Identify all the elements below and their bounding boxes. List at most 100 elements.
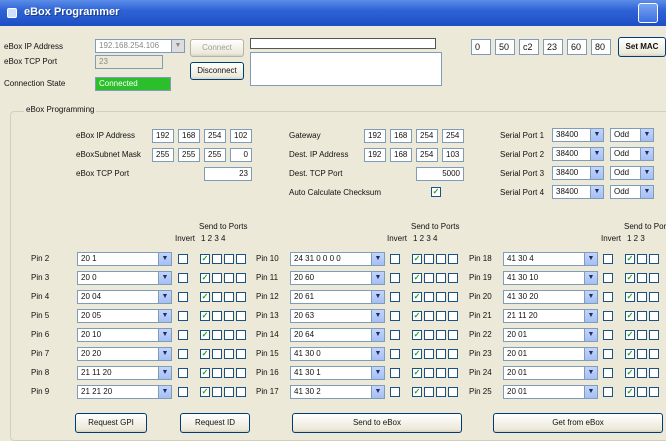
invert-checkbox[interactable] <box>603 311 613 321</box>
gateway-octet-2[interactable]: 168 <box>390 129 412 143</box>
pin-command-combo[interactable]: 20 01 ▼ <box>503 366 598 380</box>
gateway-octet-3[interactable]: 254 <box>416 129 438 143</box>
invert-checkbox[interactable] <box>178 387 188 397</box>
chevron-down-icon[interactable]: ▼ <box>584 367 597 379</box>
port-1-checkbox[interactable]: ✓ <box>412 273 422 283</box>
port-4-checkbox[interactable] <box>448 254 458 264</box>
pin-command-combo[interactable]: 41 30 0 ▼ <box>290 347 385 361</box>
port-1-checkbox[interactable]: ✓ <box>625 387 635 397</box>
pin-command-combo[interactable]: 20 20 ▼ <box>77 347 172 361</box>
port-4-checkbox[interactable] <box>236 273 246 283</box>
pin-command-combo[interactable]: 41 30 20 ▼ <box>503 290 598 304</box>
port-3-checkbox[interactable] <box>436 273 446 283</box>
port-4-checkbox[interactable] <box>236 254 246 264</box>
set-mac-button[interactable]: Set MAC <box>618 37 666 57</box>
port-3-checkbox[interactable] <box>649 292 659 302</box>
ebox-ip-octet-3[interactable]: 254 <box>204 129 226 143</box>
port-2-checkbox[interactable] <box>424 311 434 321</box>
port-4-checkbox[interactable] <box>236 292 246 302</box>
port-4-checkbox[interactable] <box>448 387 458 397</box>
port-2-checkbox[interactable] <box>212 292 222 302</box>
port-4-checkbox[interactable] <box>448 368 458 378</box>
serial-port-2-parity[interactable]: Odd ▼ <box>610 147 654 161</box>
port-4-checkbox[interactable] <box>448 273 458 283</box>
invert-checkbox[interactable] <box>603 349 613 359</box>
port-2-checkbox[interactable] <box>212 330 222 340</box>
pin-command-combo[interactable]: 20 64 ▼ <box>290 328 385 342</box>
invert-checkbox[interactable] <box>390 330 400 340</box>
invert-checkbox[interactable] <box>390 254 400 264</box>
pin-command-combo[interactable]: 20 05 ▼ <box>77 309 172 323</box>
port-1-checkbox[interactable]: ✓ <box>200 387 210 397</box>
port-3-checkbox[interactable] <box>436 330 446 340</box>
invert-checkbox[interactable] <box>603 292 613 302</box>
subnet-octet-4[interactable]: 0 <box>230 148 252 162</box>
chevron-down-icon[interactable]: ▼ <box>584 310 597 322</box>
port-1-checkbox[interactable]: ✓ <box>200 368 210 378</box>
checksum-checkbox[interactable]: ✓ <box>431 187 441 197</box>
invert-checkbox[interactable] <box>390 311 400 321</box>
minimize-button[interactable] <box>638 3 658 23</box>
port-4-checkbox[interactable] <box>448 292 458 302</box>
pin-command-combo[interactable]: 41 30 10 ▼ <box>503 271 598 285</box>
port-3-checkbox[interactable] <box>649 387 659 397</box>
subnet-octet-2[interactable]: 255 <box>178 148 200 162</box>
chevron-down-icon[interactable]: ▼ <box>590 129 603 141</box>
invert-checkbox[interactable] <box>603 368 613 378</box>
port-1-checkbox[interactable]: ✓ <box>412 349 422 359</box>
request-id-button[interactable]: Request ID <box>180 413 250 433</box>
serial-port-3-baud[interactable]: 38400 ▼ <box>552 166 604 180</box>
pin-command-combo[interactable]: 20 61 ▼ <box>290 290 385 304</box>
chevron-down-icon[interactable]: ▼ <box>371 310 384 322</box>
ip-address-combo[interactable]: 192.168.254.106 ▼ <box>95 39 185 53</box>
pin-command-combo[interactable]: 24 31 0 0 0 0 ▼ <box>290 252 385 266</box>
port-2-checkbox[interactable] <box>637 292 647 302</box>
port-2-checkbox[interactable] <box>637 387 647 397</box>
port-2-checkbox[interactable] <box>637 311 647 321</box>
mac-octet-1[interactable]: 0 <box>471 39 491 55</box>
port-2-checkbox[interactable] <box>424 292 434 302</box>
chevron-down-icon[interactable]: ▼ <box>371 291 384 303</box>
port-2-checkbox[interactable] <box>424 254 434 264</box>
chevron-down-icon[interactable]: ▼ <box>590 167 603 179</box>
pin-command-combo[interactable]: 20 01 ▼ <box>503 347 598 361</box>
invert-checkbox[interactable] <box>178 311 188 321</box>
port-4-checkbox[interactable] <box>236 368 246 378</box>
chevron-down-icon[interactable]: ▼ <box>590 186 603 198</box>
chevron-down-icon[interactable]: ▼ <box>371 367 384 379</box>
pin-command-combo[interactable]: 41 30 2 ▼ <box>290 385 385 399</box>
chevron-down-icon[interactable]: ▼ <box>584 291 597 303</box>
port-2-checkbox[interactable] <box>637 349 647 359</box>
port-2-checkbox[interactable] <box>424 387 434 397</box>
dest-ip-octet-2[interactable]: 168 <box>390 148 412 162</box>
dest-ip-octet-3[interactable]: 254 <box>416 148 438 162</box>
chevron-down-icon[interactable]: ▼ <box>371 386 384 398</box>
port-4-checkbox[interactable] <box>236 311 246 321</box>
chevron-down-icon[interactable]: ▼ <box>640 129 653 141</box>
send-to-ebox-button[interactable]: Send to eBox <box>292 413 462 433</box>
chevron-down-icon[interactable]: ▼ <box>371 348 384 360</box>
port-1-checkbox[interactable]: ✓ <box>412 387 422 397</box>
invert-checkbox[interactable] <box>178 349 188 359</box>
port-4-checkbox[interactable] <box>448 330 458 340</box>
port-4-checkbox[interactable] <box>236 387 246 397</box>
port-1-checkbox[interactable]: ✓ <box>412 254 422 264</box>
chevron-down-icon[interactable]: ▼ <box>158 386 171 398</box>
serial-port-4-baud[interactable]: 38400 ▼ <box>552 185 604 199</box>
port-2-checkbox[interactable] <box>212 349 222 359</box>
pin-command-combo[interactable]: 20 04 ▼ <box>77 290 172 304</box>
port-2-checkbox[interactable] <box>424 368 434 378</box>
chevron-down-icon[interactable]: ▼ <box>640 148 653 160</box>
invert-checkbox[interactable] <box>390 349 400 359</box>
serial-port-4-parity[interactable]: Odd ▼ <box>610 185 654 199</box>
chevron-down-icon[interactable]: ▼ <box>584 272 597 284</box>
port-1-checkbox[interactable]: ✓ <box>625 368 635 378</box>
port-1-checkbox[interactable]: ✓ <box>625 330 635 340</box>
port-2-checkbox[interactable] <box>212 387 222 397</box>
port-3-checkbox[interactable] <box>224 349 234 359</box>
ebox-ip-octet-1[interactable]: 192 <box>152 129 174 143</box>
status-log[interactable] <box>250 52 442 86</box>
port-1-checkbox[interactable]: ✓ <box>412 292 422 302</box>
port-4-checkbox[interactable] <box>448 311 458 321</box>
invert-checkbox[interactable] <box>390 273 400 283</box>
